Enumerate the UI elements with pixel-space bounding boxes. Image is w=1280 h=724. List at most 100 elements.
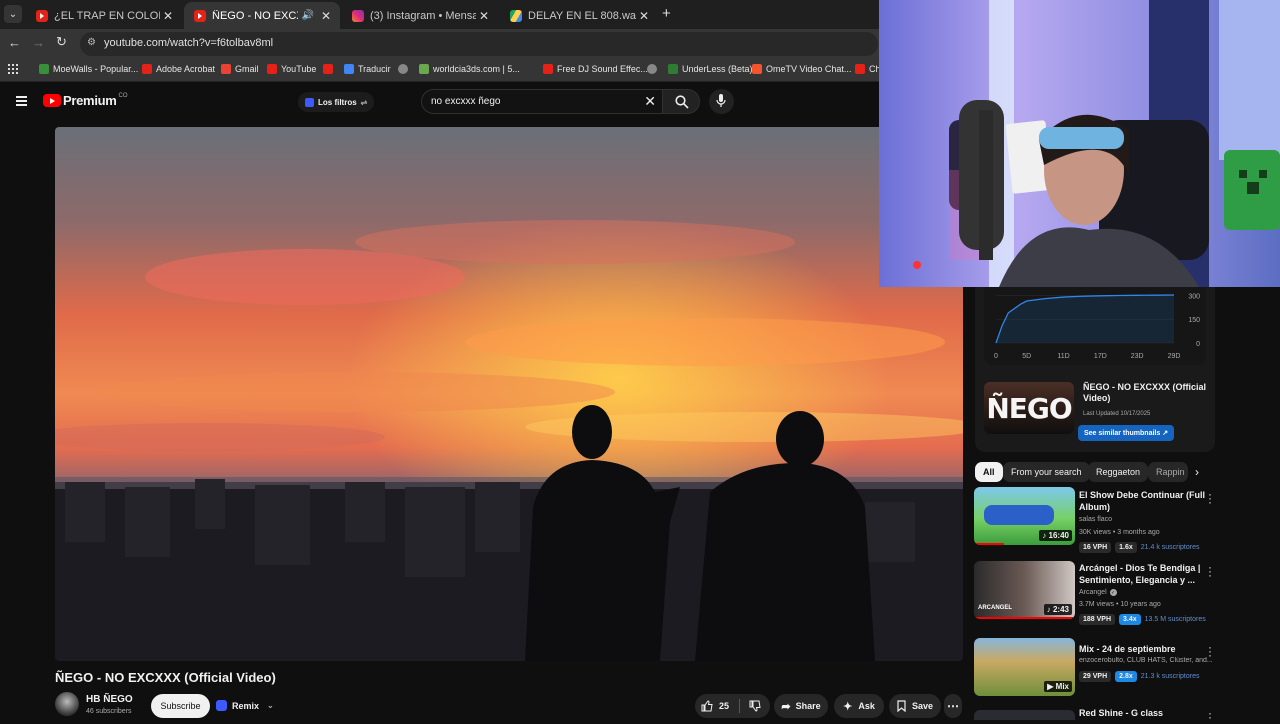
like-button[interactable]: 25	[695, 694, 739, 718]
chip-rappin[interactable]: Rappin	[1148, 462, 1188, 482]
tab-list-chevron-icon[interactable]: ⌄	[4, 5, 22, 23]
bookmark-gmail[interactable]: Gmail	[221, 64, 259, 74]
bookmark-youtube[interactable]: YouTube	[267, 64, 316, 74]
bookmark-underless[interactable]: UnderLess (Beta)	[668, 64, 753, 74]
ratio-badge: 2.8x	[1115, 671, 1137, 682]
video-title[interactable]: El Show Debe Continuar (Full Album)	[1079, 489, 1205, 513]
close-tab-icon[interactable]: ✕	[636, 9, 652, 23]
bookmark-favicon-icon	[419, 64, 429, 74]
close-tab-icon[interactable]: ✕	[160, 9, 176, 23]
subscriber-badge: 13.5 M suscriptores	[1144, 616, 1206, 623]
video-title[interactable]: Red Shine - G class	[1079, 708, 1163, 718]
bookmark-label: Adobe Acrobat	[156, 64, 216, 74]
video-channel[interactable]: enzocerobulto, CLUB HATS, Clúster, and..…	[1079, 657, 1215, 664]
video-title[interactable]: Arcángel - Dios Te Bendiga | Sentimiento…	[1079, 562, 1205, 586]
like-dislike-group: 25	[695, 694, 770, 718]
browser-tab-2[interactable]: ÑEGO - NO EXCXXX (Offici 🔊 ✕	[184, 2, 340, 29]
video-title[interactable]: Mix - 24 de septiembre	[1079, 643, 1205, 655]
clear-search-icon[interactable]: ✕	[644, 93, 656, 110]
bookmark-worldcia3ds[interactable]: worldcia3ds.com | 5...	[419, 64, 520, 74]
bookmark-youtube-2[interactable]	[323, 64, 337, 74]
views-area	[996, 295, 1174, 343]
subscriber-count: 46 subscribers	[86, 708, 132, 715]
apps-grid-icon[interactable]	[8, 64, 18, 74]
youtube-icon	[855, 64, 865, 74]
remix-logo-icon	[216, 700, 227, 711]
chip-reggaeton[interactable]: Reggaeton	[1088, 462, 1149, 482]
video-thumbnail-1[interactable]: ♪ 16:40	[974, 487, 1075, 545]
analytics-thumbnail: ÑEGO	[984, 382, 1074, 434]
back-arrow-icon[interactable]: ←	[8, 35, 21, 50]
video-thumbnail-4[interactable]	[974, 710, 1075, 720]
hamburger-menu-icon[interactable]	[16, 96, 27, 106]
bookmark-label: Free DJ Sound Effec...	[557, 64, 648, 74]
close-tab-icon[interactable]: ✕	[318, 9, 334, 23]
address-bar[interactable]: ⚙ youtube.com/watch?v=f6tolbav8ml	[80, 32, 878, 56]
search-button[interactable]	[662, 89, 700, 114]
video-channel[interactable]: Arcangel ✓	[1079, 589, 1117, 596]
forward-arrow-icon[interactable]: →	[32, 35, 45, 50]
y-tick-label: 300	[1188, 293, 1200, 300]
bookmark-ometv[interactable]: OmeTV Video Chat...	[752, 64, 851, 74]
duration-badge: ♪ 16:40	[1039, 530, 1072, 541]
ratio-badge: 3.4x	[1119, 614, 1141, 625]
filters-label: Los filtros	[318, 97, 357, 107]
video-menu-icon[interactable]: · ·	[1205, 707, 1215, 723]
ask-button[interactable]: ✦ Ask	[834, 694, 884, 718]
chevron-down-icon: ⌄	[267, 701, 274, 710]
bookmark-ch[interactable]: Ch	[855, 64, 881, 74]
remix-button[interactable]: Remix ⌄	[216, 697, 274, 714]
see-similar-thumbnails-button[interactable]: See similar thumbnails ↗	[1078, 425, 1175, 441]
thumbs-up-icon	[701, 700, 713, 712]
logo-text: Premium	[63, 93, 117, 108]
webcam-streamer-image	[879, 0, 1280, 287]
chip-from-your-search[interactable]: From your search	[1003, 462, 1090, 482]
bookmark-label: Traducir	[358, 64, 391, 74]
bookmark-adobe-acrobat[interactable]: Adobe Acrobat	[142, 64, 215, 74]
video-menu-icon[interactable]: · · ·	[1205, 641, 1215, 661]
chips-next-chevron-icon[interactable]: ›	[1195, 465, 1199, 479]
youtube-premium-logo[interactable]: Premium CO	[43, 93, 128, 108]
more-actions-button[interactable]: ⋯	[944, 694, 962, 718]
voice-search-button[interactable]	[709, 89, 734, 114]
bookmark-traducir[interactable]: Traducir	[344, 64, 391, 74]
dislike-button[interactable]	[740, 694, 770, 718]
chip-label: Reggaeton	[1096, 467, 1141, 477]
search-input[interactable]: no excxxx ñego	[431, 96, 501, 107]
channel-avatar[interactable]	[55, 692, 79, 716]
instagram-favicon-icon	[352, 9, 364, 22]
channel-name[interactable]: HB ÑEGO	[86, 694, 133, 705]
video-thumbnail-3[interactable]: ▶ Mix	[974, 638, 1075, 696]
subscribe-label: Subscribe	[160, 701, 201, 711]
speaker-icon[interactable]: 🔊	[302, 10, 314, 21]
reload-icon[interactable]: ↻	[56, 34, 67, 50]
chip-all[interactable]: All	[975, 462, 1003, 482]
browser-tab-1[interactable]: ¿EL TRAP EN COLOMBIA NUNCA ✕	[26, 2, 182, 29]
bookmark-globe[interactable]	[398, 64, 412, 74]
filters-chip[interactable]: Los filtros ⇌	[298, 92, 375, 112]
gmail-icon	[221, 64, 231, 74]
duration: Mix	[1055, 682, 1069, 691]
video-menu-icon[interactable]: · · ·	[1205, 561, 1215, 581]
video-channel[interactable]: salas flaco	[1079, 516, 1112, 523]
close-tab-icon[interactable]: ✕	[476, 9, 492, 23]
browser-tab-4[interactable]: DELAY EN EL 808.wav - Google ✕	[500, 2, 658, 29]
search-icon	[675, 95, 689, 109]
sparkle-icon: ✦	[843, 700, 853, 713]
subscribe-button[interactable]: Subscribe	[151, 694, 210, 718]
google-drive-favicon-icon	[510, 9, 522, 22]
save-button[interactable]: Save	[889, 694, 941, 718]
logo-country-code: CO	[118, 93, 128, 99]
video-menu-icon[interactable]: · · ·	[1205, 488, 1215, 508]
video-thumbnail-2[interactable]: ARCANGEL ♪ 2:43	[974, 561, 1075, 619]
bookmark-globe-2[interactable]	[647, 64, 661, 74]
new-tab-plus-icon[interactable]: +	[662, 5, 671, 22]
watch-progress-bar	[974, 543, 1005, 545]
bookmark-free-dj[interactable]: Free DJ Sound Effec...	[543, 64, 648, 74]
video-player[interactable]	[55, 127, 963, 661]
site-info-icon[interactable]: ⚙	[87, 37, 96, 48]
browser-tab-3[interactable]: (3) Instagram • Mensajes ✕	[342, 2, 498, 29]
bookmark-moewalls[interactable]: MoeWalls - Popular...	[39, 64, 138, 74]
search-box[interactable]: no excxxx ñego ✕	[421, 89, 662, 114]
share-button[interactable]: ➦ Share	[774, 694, 828, 718]
